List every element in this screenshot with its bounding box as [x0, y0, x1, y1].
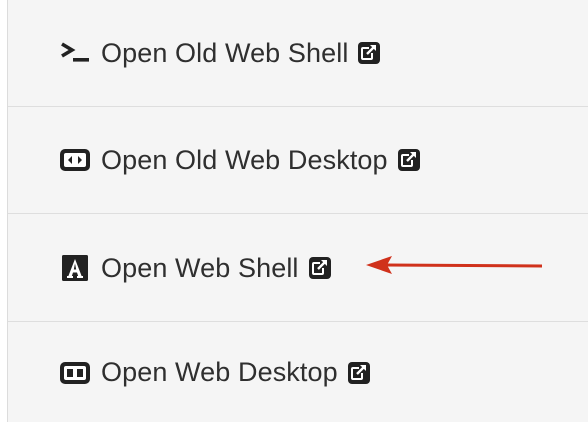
letter-a-square-icon	[59, 252, 91, 284]
menu-item-open-old-web-shell[interactable]: Open Old Web Shell	[8, 0, 588, 107]
menu-item-label: Open Old Web Shell	[101, 37, 349, 68]
external-link-icon	[308, 256, 332, 280]
menu-item-open-web-desktop[interactable]: Open Web Desktop	[8, 323, 588, 422]
external-link-icon	[397, 148, 421, 172]
remote-desktop-code-icon	[59, 144, 91, 176]
desktop-window-icon	[59, 357, 91, 389]
menu-item-label: Open Web Desktop	[101, 357, 338, 387]
terminal-prompt-icon	[59, 37, 91, 69]
red-arrow-icon	[366, 256, 543, 274]
app-launch-menu: Open Old Web Shell Open Old Web Desktop	[7, 0, 588, 422]
menu-item-open-old-web-desktop[interactable]: Open Old Web Desktop	[8, 107, 588, 214]
external-link-icon	[357, 41, 381, 65]
menu-item-label: Open Web Shell	[101, 252, 299, 283]
menu-item-label: Open Old Web Desktop	[101, 144, 388, 175]
external-link-icon	[347, 361, 371, 385]
